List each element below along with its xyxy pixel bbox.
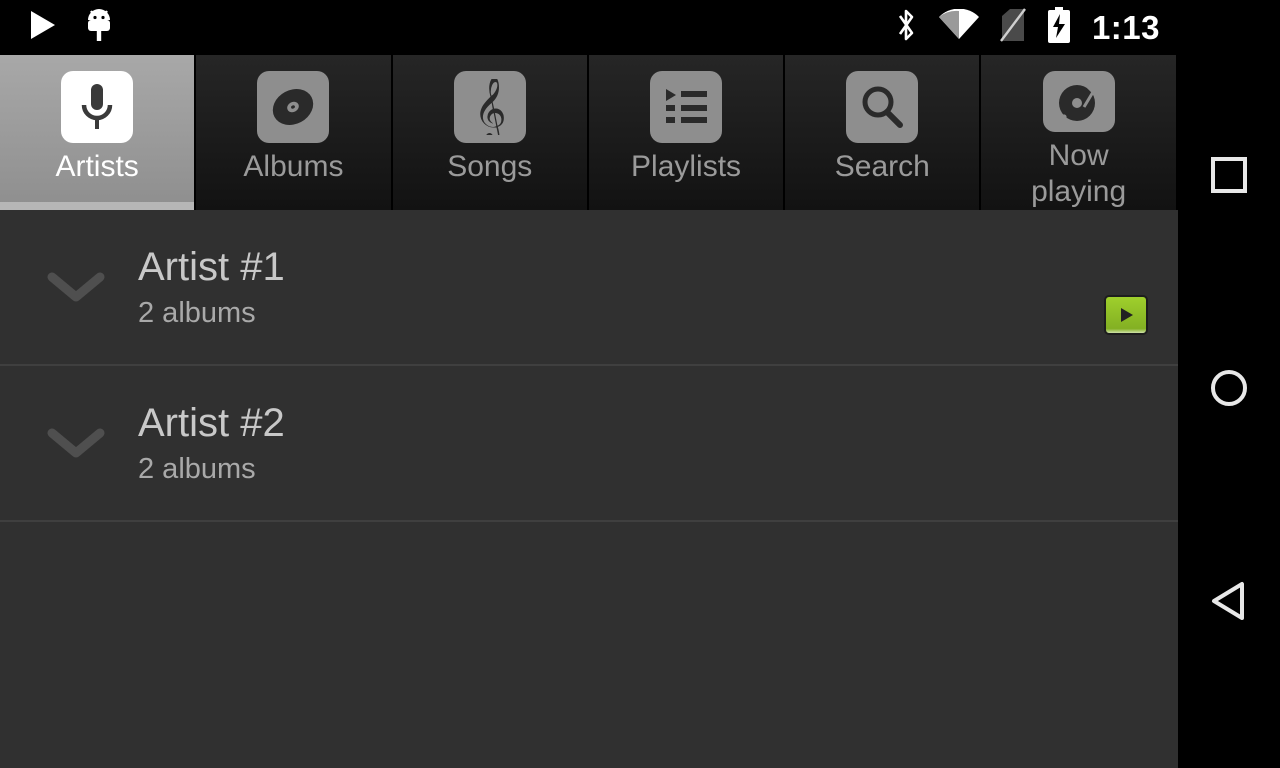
tab-songs[interactable]: 𝄞 Songs xyxy=(392,55,589,210)
table-row[interactable]: Artist #1 2 albums xyxy=(0,210,1178,366)
recents-button[interactable] xyxy=(1178,115,1280,235)
artist-name: Artist #1 xyxy=(138,244,285,289)
vinyl-record-icon xyxy=(257,71,330,143)
microphone-icon xyxy=(61,71,134,143)
no-sim-icon xyxy=(999,8,1026,47)
tab-label-search: Search xyxy=(834,150,930,183)
treble-clef-icon: 𝄞 xyxy=(453,71,526,143)
row-text: Artist #1 2 albums xyxy=(138,243,1104,332)
tab-label-albums: Albums xyxy=(243,150,344,183)
play-button[interactable] xyxy=(1104,295,1148,335)
wifi-icon xyxy=(938,8,980,46)
tab-label-playlists: Playlists xyxy=(631,150,742,183)
row-text: Artist #2 2 albums xyxy=(138,399,1148,488)
chevron-down-icon[interactable] xyxy=(36,423,116,463)
system-navigation-bar xyxy=(1178,55,1280,768)
play-notification-icon xyxy=(28,9,58,46)
tab-label-songs: Songs xyxy=(447,150,533,183)
tab-search[interactable]: Search xyxy=(785,55,982,210)
bluetooth-icon xyxy=(894,7,918,48)
artist-album-count: 2 albums xyxy=(138,452,256,485)
back-button[interactable] xyxy=(1178,541,1280,661)
android-screen: 1:13 Artists Albums 𝄞 Songs Playlists Se… xyxy=(0,0,1280,768)
tab-albums[interactable]: Albums xyxy=(196,55,393,210)
svg-text:𝄞: 𝄞 xyxy=(473,79,506,135)
search-icon xyxy=(846,71,919,143)
status-bar-right-icons: 1:13 xyxy=(894,0,1280,55)
playlist-icon xyxy=(650,71,723,143)
tab-now-playing[interactable]: Now playing xyxy=(981,55,1178,210)
artist-name: Artist #2 xyxy=(138,400,285,445)
tab-bar: Artists Albums 𝄞 Songs Playlists Search … xyxy=(0,55,1178,210)
battery-charging-icon xyxy=(1046,7,1072,48)
tab-artists[interactable]: Artists xyxy=(0,55,197,210)
android-usb-debug-icon xyxy=(84,8,114,47)
home-button[interactable] xyxy=(1178,328,1280,448)
artist-album-count: 2 albums xyxy=(138,296,256,329)
status-bar-left-icons xyxy=(0,8,114,47)
row-action xyxy=(1104,210,1148,364)
status-bar-clock: 1:13 xyxy=(1091,9,1160,46)
status-bar: 1:13 xyxy=(0,0,1280,55)
artist-list[interactable]: Artist #1 2 albums Artist #2 2 albums xyxy=(0,210,1178,768)
tab-label-artists: Artists xyxy=(55,150,139,183)
tab-playlists[interactable]: Playlists xyxy=(588,55,786,210)
turntable-icon xyxy=(1042,71,1115,132)
tab-label-now-playing: Now playing xyxy=(1031,139,1127,208)
chevron-down-icon[interactable] xyxy=(36,267,116,307)
table-row[interactable]: Artist #2 2 albums xyxy=(0,366,1178,522)
